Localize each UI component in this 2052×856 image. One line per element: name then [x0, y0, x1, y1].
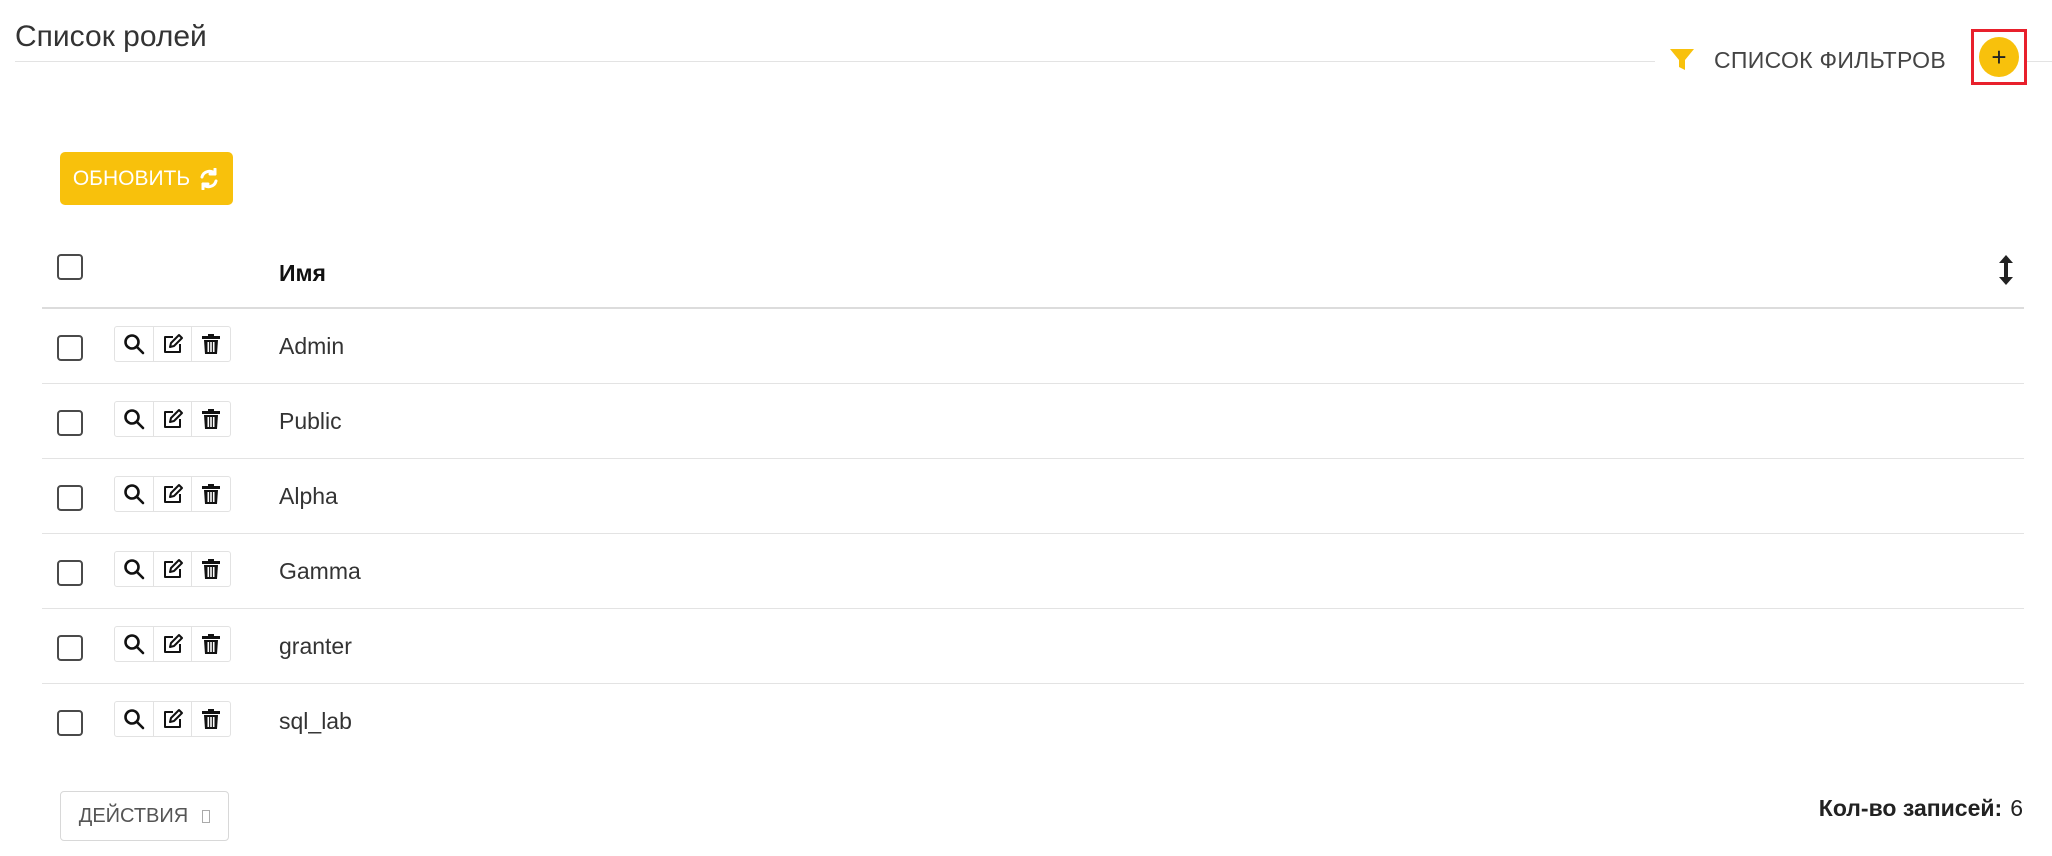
- select-all-checkbox[interactable]: [57, 254, 83, 280]
- view-icon[interactable]: [115, 627, 153, 661]
- row-actions: [114, 401, 231, 437]
- view-icon[interactable]: [115, 327, 153, 361]
- edit-icon[interactable]: [152, 627, 192, 661]
- table-row: Admin: [42, 309, 2024, 384]
- records-count-value: 6: [2010, 795, 2023, 821]
- add-filter-highlight: +: [1971, 29, 2027, 85]
- records-count: Кол-во записей: 6: [1819, 795, 2023, 822]
- edit-icon[interactable]: [152, 477, 192, 511]
- table-row: granter: [42, 609, 2024, 684]
- actions-label: ДЕЙСТВИЯ: [78, 804, 189, 827]
- role-name: Alpha: [279, 483, 338, 509]
- view-icon[interactable]: [115, 552, 153, 586]
- trash-icon[interactable]: [191, 327, 230, 361]
- role-name: Admin: [279, 333, 345, 359]
- title-divider: [15, 61, 1655, 62]
- role-name: Public: [279, 408, 342, 434]
- filter-list[interactable]: СПИСОК ФИЛЬТРОВ: [1668, 40, 1946, 80]
- edit-icon[interactable]: [152, 402, 192, 436]
- row-actions: [114, 551, 231, 587]
- table-row: sql_lab: [42, 684, 2024, 758]
- add-filter-button[interactable]: +: [1979, 37, 2019, 77]
- refresh-button[interactable]: ОБНОВИТЬ: [60, 152, 233, 205]
- row-actions: [114, 326, 231, 362]
- filter-icon: [1668, 46, 1696, 74]
- view-icon[interactable]: [115, 402, 153, 436]
- row-checkbox[interactable]: [57, 560, 83, 586]
- actions-dropdown-button[interactable]: ДЕЙСТВИЯ: [60, 791, 229, 841]
- role-name: sql_lab: [279, 708, 352, 734]
- row-actions: [114, 476, 231, 512]
- column-header-name[interactable]: Имя: [279, 260, 326, 287]
- table-row: Public: [42, 384, 2024, 459]
- trash-icon[interactable]: [191, 402, 230, 436]
- edit-icon[interactable]: [152, 702, 192, 736]
- table-row: Gamma: [42, 534, 2024, 609]
- trash-icon[interactable]: [191, 552, 230, 586]
- view-icon[interactable]: [115, 702, 153, 736]
- table-header: Имя: [42, 240, 2024, 309]
- row-checkbox[interactable]: [57, 635, 83, 661]
- trash-icon[interactable]: [191, 702, 230, 736]
- row-checkbox[interactable]: [57, 410, 83, 436]
- row-checkbox[interactable]: [57, 485, 83, 511]
- role-name: Gamma: [279, 558, 361, 584]
- refresh-label: ОБНОВИТЬ: [72, 166, 191, 190]
- edit-icon[interactable]: [152, 327, 192, 361]
- row-actions: [114, 626, 231, 662]
- dropdown-caret-icon: [202, 809, 211, 823]
- trash-icon[interactable]: [191, 627, 230, 661]
- roles-table: Имя Admin Public Alpha Gamma granter sql…: [42, 240, 2024, 758]
- row-checkbox[interactable]: [57, 710, 83, 736]
- records-count-label: Кол-во записей:: [1818, 795, 2003, 821]
- row-actions: [114, 701, 231, 737]
- edit-icon[interactable]: [152, 552, 192, 586]
- trash-icon[interactable]: [191, 477, 230, 511]
- role-name: granter: [279, 633, 352, 659]
- page-title: Список ролей: [15, 20, 207, 53]
- refresh-icon: [198, 167, 220, 190]
- filter-list-label: СПИСОК ФИЛЬТРОВ: [1714, 46, 1946, 73]
- add-divider: [2027, 61, 2052, 62]
- row-checkbox[interactable]: [57, 335, 83, 361]
- sort-icon[interactable]: [1996, 254, 2016, 286]
- table-row: Alpha: [42, 459, 2024, 534]
- view-icon[interactable]: [115, 477, 153, 511]
